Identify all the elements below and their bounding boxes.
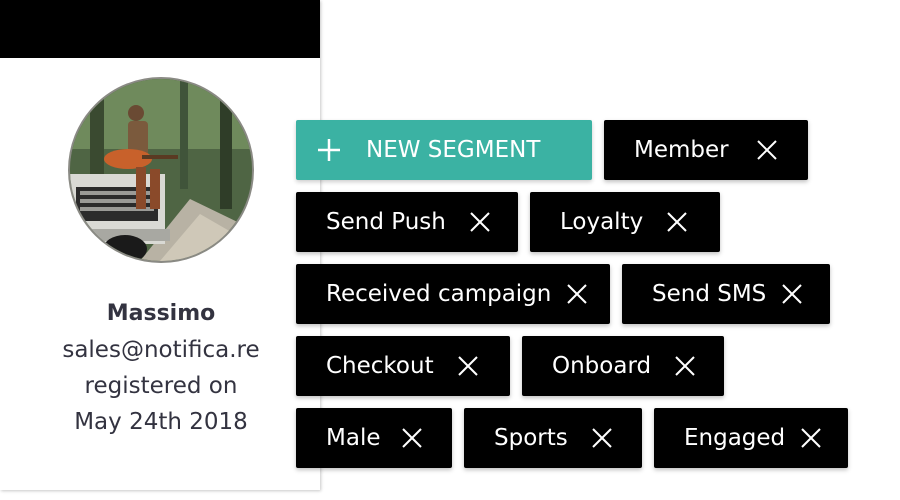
segment-chip[interactable]: Checkout xyxy=(296,336,510,396)
registered-date: May 24th 2018 xyxy=(74,409,248,435)
segment-chip-label: Engaged xyxy=(684,425,786,451)
segment-chip[interactable]: Received campaign xyxy=(296,264,610,324)
segment-chip[interactable]: Engaged xyxy=(654,408,848,468)
segment-chip[interactable]: Male xyxy=(296,408,452,468)
close-icon[interactable] xyxy=(592,428,612,448)
segment-chip-label: Checkout xyxy=(326,353,434,379)
close-icon[interactable] xyxy=(457,356,478,376)
new-segment-button[interactable]: NEW SEGMENT xyxy=(296,120,592,180)
segment-chip[interactable]: Member xyxy=(604,120,808,180)
user-info: Massimo sales@notifica.re registered on … xyxy=(0,296,322,440)
new-segment-label: NEW SEGMENT xyxy=(366,137,541,163)
close-icon[interactable] xyxy=(756,140,777,160)
user-name: Massimo xyxy=(106,301,216,326)
profile-card: Massimo sales@notifica.re registered on … xyxy=(0,0,320,490)
segment-chip[interactable]: Send Push xyxy=(296,192,518,252)
segment-chip-label: Onboard xyxy=(552,353,652,379)
segment-chip[interactable]: Send SMS xyxy=(622,264,830,324)
segment-chip-label: Received campaign xyxy=(326,281,552,307)
close-icon[interactable] xyxy=(470,212,490,232)
profile-card-header xyxy=(0,0,320,58)
plus-icon xyxy=(316,137,342,163)
user-email: sales@notifica.re xyxy=(62,337,260,363)
registered-label: registered on xyxy=(84,373,238,399)
close-icon[interactable] xyxy=(782,284,802,304)
close-icon[interactable] xyxy=(675,356,695,376)
segment-chip-label: Loyalty xyxy=(560,209,644,235)
close-icon[interactable] xyxy=(402,428,423,448)
avatar-photo xyxy=(70,79,252,261)
close-icon[interactable] xyxy=(801,428,821,448)
close-icon[interactable] xyxy=(567,284,588,304)
segment-chip-label: Male xyxy=(326,425,381,451)
segment-chip[interactable]: Onboard xyxy=(522,336,724,396)
avatar xyxy=(68,77,254,263)
segment-chip-label: Send Push xyxy=(326,209,446,235)
segment-chip-label: Sports xyxy=(494,425,568,451)
close-icon[interactable] xyxy=(667,212,687,232)
segment-chip[interactable]: Loyalty xyxy=(530,192,720,252)
segment-chip-label: Send SMS xyxy=(652,281,767,307)
segment-chip[interactable]: Sports xyxy=(464,408,642,468)
segment-chip-label: Member xyxy=(634,137,729,163)
